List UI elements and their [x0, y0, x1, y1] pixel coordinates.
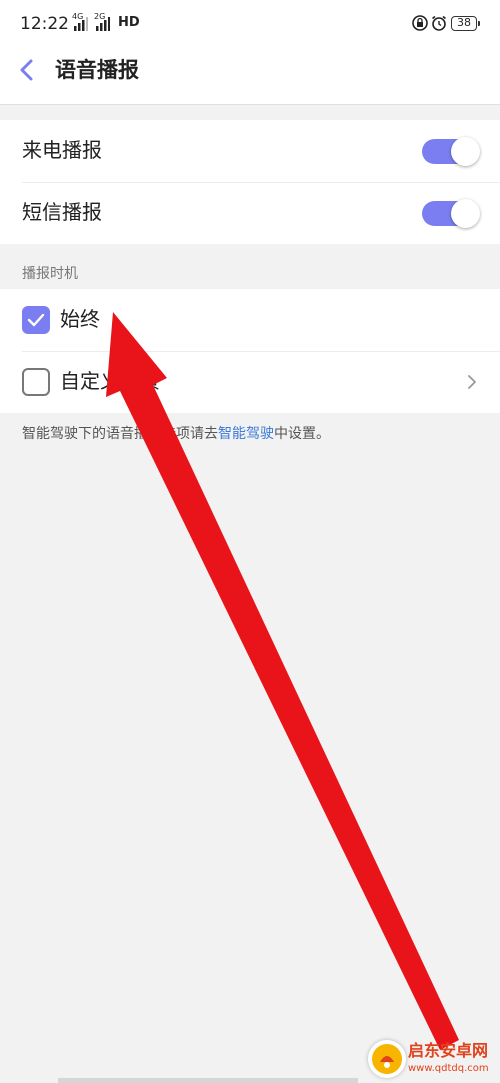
always-checkbox[interactable] — [22, 306, 50, 334]
option-custom-scene-label: 自定义场景 — [60, 369, 160, 393]
watermark-title: 启东安卓网 — [408, 1041, 489, 1060]
sms-broadcast-label: 短信播报 — [22, 200, 102, 224]
call-broadcast-row[interactable]: 来电播报 — [0, 120, 500, 182]
status-bar: 12:22 4G 2G HD 38 — [0, 0, 500, 50]
hd-icon: HD — [118, 15, 140, 30]
page-title: 语音播报 — [55, 58, 139, 82]
chevron-left-icon[interactable] — [16, 58, 40, 82]
call-broadcast-toggle[interactable] — [422, 137, 480, 166]
sms-broadcast-row[interactable]: 短信播报 — [0, 182, 500, 244]
toggle-knob — [451, 137, 480, 166]
footnote-prefix: 智能驾驶下的语音播报选项请去 — [22, 426, 218, 442]
watermark-url: www.qdtdq.com — [408, 1063, 489, 1074]
broadcast-settings-card: 来电播报 短信播报 — [0, 120, 500, 244]
navigation-bar-indicator — [58, 1078, 358, 1083]
battery-icon: 38 — [451, 16, 480, 31]
chevron-right-icon — [468, 375, 476, 389]
option-custom-scene-row[interactable]: 自定义场景 — [0, 351, 500, 413]
smart-driving-link[interactable]: 智能驾驶 — [218, 426, 274, 442]
watermark-logo-icon — [368, 1040, 406, 1078]
footnote-suffix: 中设置。 — [274, 426, 330, 442]
call-broadcast-label: 来电播报 — [22, 138, 102, 162]
sms-broadcast-toggle[interactable] — [422, 199, 480, 228]
watermark: 启东安卓网 www.qdtdq.com — [368, 1037, 500, 1083]
custom-scene-checkbox[interactable] — [22, 368, 50, 396]
signal-icon — [96, 17, 110, 31]
signal-icon — [74, 17, 88, 31]
toggle-knob — [451, 199, 480, 228]
status-time: 12:22 — [20, 14, 69, 34]
header: 语音播报 — [0, 50, 500, 105]
checkmark-icon — [27, 313, 45, 327]
footnote: 智能驾驶下的语音播报选项请去智能驾驶中设置。 — [22, 424, 330, 444]
section-header-timing: 播报时机 — [22, 266, 78, 282]
timing-options-card: 始终 自定义场景 — [0, 289, 500, 413]
alarm-icon — [432, 15, 446, 31]
option-always-row[interactable]: 始终 — [0, 289, 500, 351]
option-always-label: 始终 — [60, 307, 100, 331]
lock-rotation-icon — [412, 15, 428, 31]
